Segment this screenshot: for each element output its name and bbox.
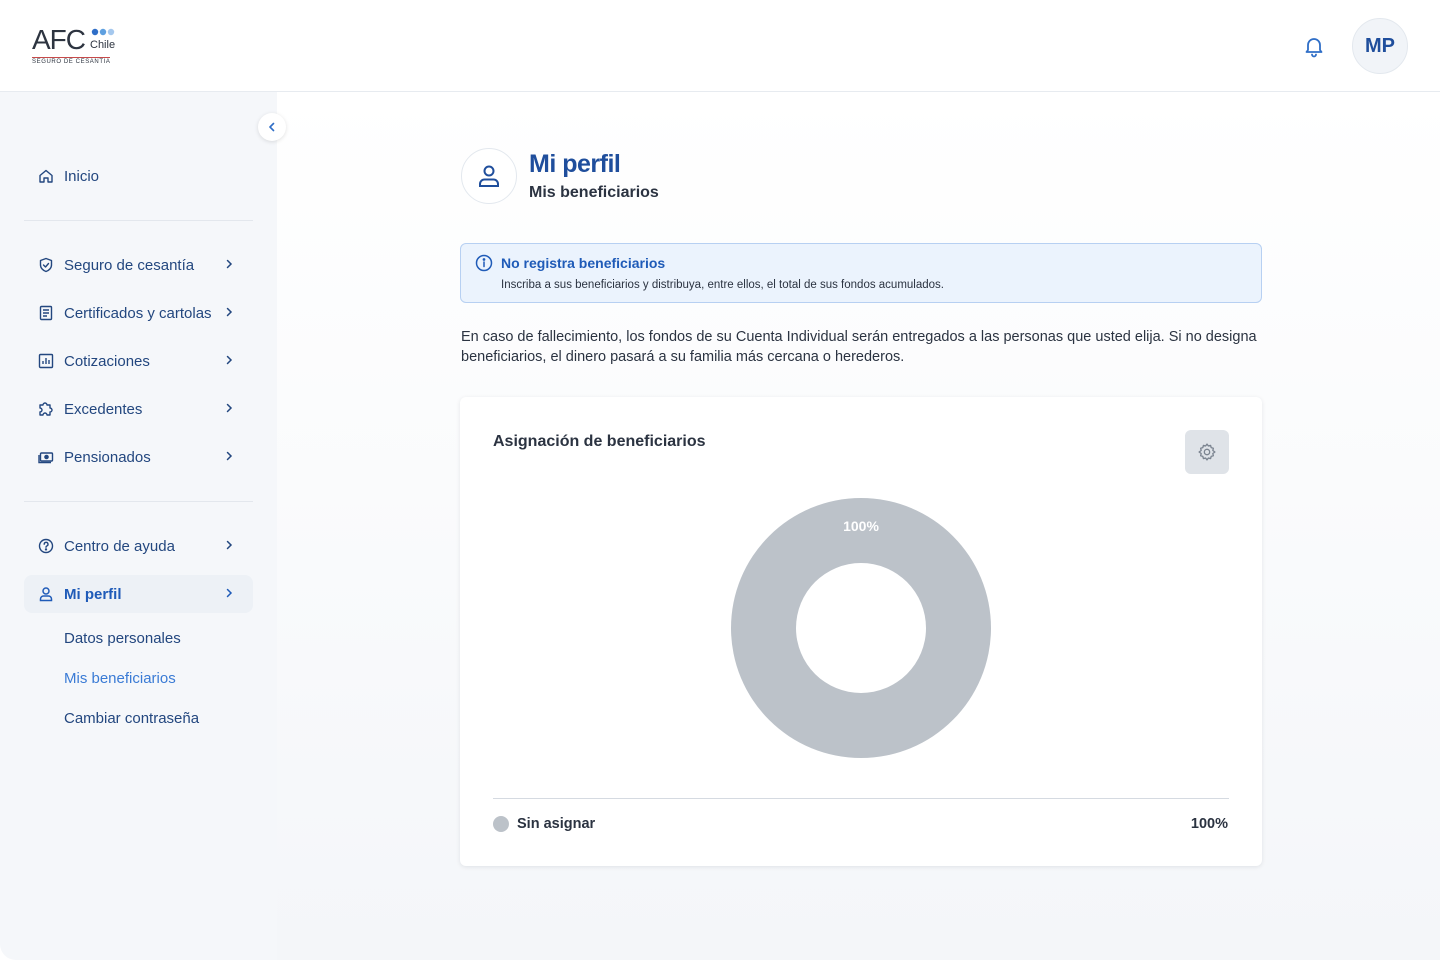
logo-brand: AFC xyxy=(32,24,86,55)
sidebar-item-label: Seguro de cesantía xyxy=(64,256,195,274)
legend-value: 100% xyxy=(1190,816,1228,832)
user-icon xyxy=(479,165,499,187)
sidebar-item-excedentes[interactable]: Excedentes xyxy=(24,390,253,428)
bar-chart-icon xyxy=(38,353,54,369)
info-icon xyxy=(475,254,493,272)
user-avatar[interactable]: MP xyxy=(1352,18,1408,74)
document-list-icon xyxy=(38,305,54,321)
logo-dots-icon xyxy=(91,28,115,36)
sub-item-cambiar-contrasena[interactable]: Cambiar contraseña xyxy=(64,710,199,727)
chevron-right-icon xyxy=(226,403,233,413)
logo-tagline: SEGURO DE CESANTIA xyxy=(32,57,111,65)
beneficiary-allocation-card: Asignación de beneficiarios 100% Sin asi… xyxy=(460,397,1262,866)
cash-icon xyxy=(38,449,54,465)
allocation-donut-chart: 100% xyxy=(731,498,991,758)
user-icon xyxy=(38,586,54,602)
sidebar-divider xyxy=(24,220,253,221)
collapse-sidebar-button[interactable] xyxy=(258,113,286,141)
chevron-left-icon xyxy=(269,122,275,132)
chevron-right-icon xyxy=(226,355,233,365)
shield-check-icon xyxy=(38,257,54,273)
info-paragraph: En caso de fallecimiento, los fondos de … xyxy=(461,329,1257,365)
slice-data-label: 100% xyxy=(843,518,879,534)
settings-button[interactable] xyxy=(1185,430,1229,474)
bell-icon[interactable] xyxy=(1302,34,1326,58)
legend-color-dot xyxy=(493,816,509,832)
page-title: Mi perfil xyxy=(529,150,621,178)
sidebar-item-label: Cotizaciones xyxy=(64,352,150,370)
alert-title: No registra beneficiarios xyxy=(501,255,666,271)
afc-logo[interactable]: AFC Chile SEGURO DE CESANTIA xyxy=(32,24,122,66)
sub-item-mis-beneficiarios[interactable]: Mis beneficiarios xyxy=(64,670,176,687)
sidebar xyxy=(0,92,277,960)
sidebar-item-certificados[interactable]: Certificados y cartolas xyxy=(24,294,253,332)
chevron-right-icon xyxy=(226,259,233,269)
chevron-right-icon xyxy=(226,451,233,461)
info-alert: No registra beneficiarios Inscriba a sus… xyxy=(460,243,1262,303)
sidebar-item-label: Certificados y cartolas xyxy=(64,304,212,322)
home-icon xyxy=(38,168,54,184)
sidebar-item-seguro-cesantia[interactable]: Seguro de cesantía xyxy=(24,246,253,284)
sidebar-item-centro-ayuda[interactable]: Centro de ayuda xyxy=(24,527,253,565)
alert-description: Inscriba a sus beneficiarios y distribuy… xyxy=(501,279,944,291)
sidebar-item-label: Centro de ayuda xyxy=(64,537,175,555)
chevron-right-icon xyxy=(226,588,233,598)
sidebar-item-inicio[interactable]: Inicio xyxy=(24,157,253,195)
legend-label: Sin asignar xyxy=(517,816,596,832)
sidebar-item-label: Mi perfil xyxy=(64,585,122,603)
logo-country: Chile xyxy=(90,39,116,51)
puzzle-icon xyxy=(38,401,54,417)
chevron-right-icon xyxy=(226,540,233,550)
sub-item-datos-personales[interactable]: Datos personales xyxy=(64,630,181,647)
sidebar-item-pensionados[interactable]: Pensionados xyxy=(24,438,253,476)
sidebar-item-label: Pensionados xyxy=(64,448,151,466)
page-subtitle: Mis beneficiarios xyxy=(529,184,659,201)
top-header: AFC Chile SEGURO DE CESANTIA MP xyxy=(0,0,1440,92)
gear-icon xyxy=(1198,443,1216,461)
sidebar-divider xyxy=(24,501,253,502)
sidebar-item-cotizaciones[interactable]: Cotizaciones xyxy=(24,342,253,380)
profile-badge xyxy=(461,148,517,204)
card-divider xyxy=(493,798,1229,799)
sidebar-item-label: Excedentes xyxy=(64,400,143,418)
help-circle-icon xyxy=(38,538,54,554)
donut-hole xyxy=(796,563,926,693)
card-title: Asignación de beneficiarios xyxy=(493,433,706,450)
sidebar-item-label: Inicio xyxy=(64,167,100,185)
sidebar-item-mi-perfil[interactable]: Mi perfil xyxy=(24,575,253,613)
chevron-right-icon xyxy=(226,307,233,317)
